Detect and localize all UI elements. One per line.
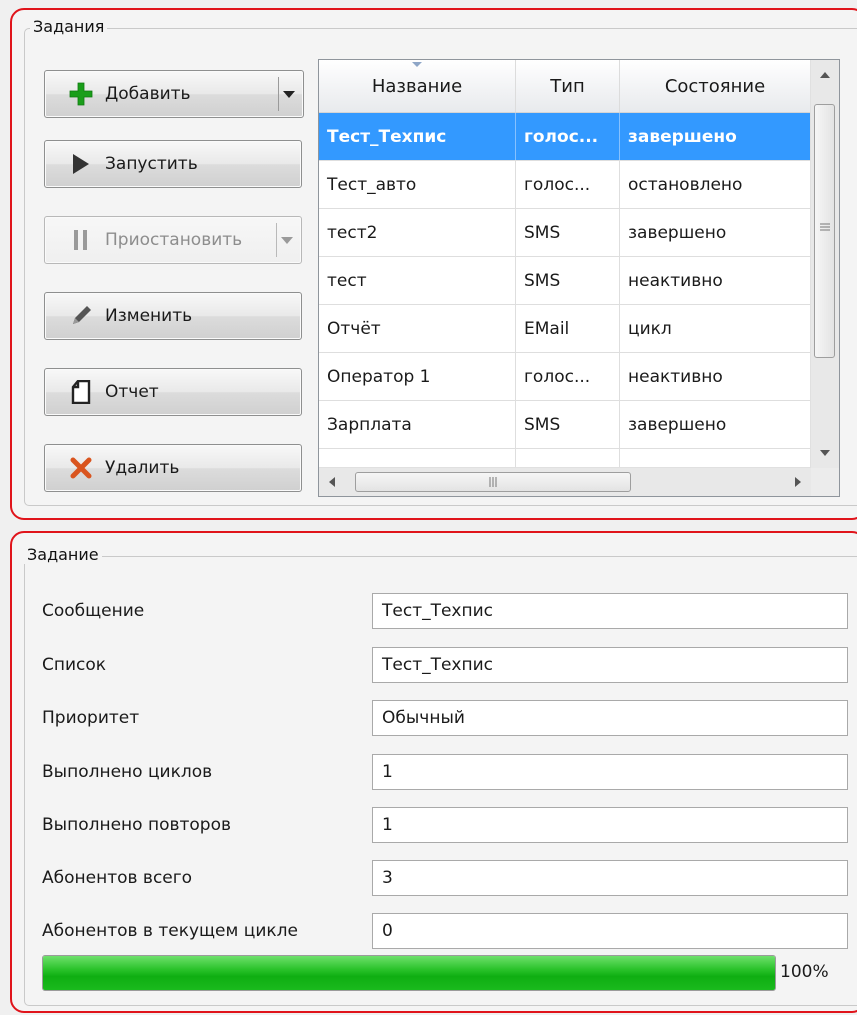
cell-type: голос... (516, 113, 620, 160)
add-button[interactable]: Добавить (44, 70, 304, 118)
plus-icon (61, 82, 101, 106)
edit-button[interactable]: Изменить (44, 292, 302, 340)
pause-icon (61, 230, 101, 250)
cell-status: цикл (620, 305, 811, 352)
grip-icon (489, 477, 497, 487)
repeats-done-field[interactable]: 1 (372, 807, 848, 843)
message-label: Сообщение (42, 601, 145, 621)
scroll-left-icon[interactable] (329, 477, 335, 487)
add-dropdown-arrow[interactable] (278, 77, 299, 111)
column-header-type[interactable]: Тип (516, 60, 620, 112)
scrollbar-corner (811, 468, 839, 496)
cell-name: Зарплата (319, 401, 516, 448)
subscribers-current-cycle-label: Абонентов в текущем цикле (42, 921, 298, 941)
progress-bar (42, 955, 776, 991)
tasks-table[interactable]: Название Тип Состояние Тест_Техпис голос… (318, 59, 840, 497)
run-button-label: Запустить (105, 154, 198, 174)
table-row[interactable]: Тест_Техпис голос... завершено (319, 113, 811, 161)
horizontal-scrollbar[interactable] (319, 467, 811, 496)
cycles-done-field[interactable]: 1 (372, 754, 848, 790)
message-field[interactable]: Тест_Техпис (372, 593, 848, 629)
cell-name: тест2 (319, 209, 516, 256)
progress-percent: 100% (780, 962, 829, 982)
column-header-name[interactable]: Название (319, 60, 516, 112)
pause-button[interactable]: Приостановить (44, 216, 302, 264)
report-button-label: Отчет (105, 382, 159, 402)
pencil-icon (61, 304, 101, 328)
table-row[interactable]: тест2 SMS завершено (319, 209, 811, 257)
cross-icon (61, 457, 101, 479)
add-button-label: Добавить (105, 84, 191, 104)
table-row[interactable]: Отчёт EMail цикл (319, 305, 811, 353)
table-header: Название Тип Состояние (319, 60, 811, 113)
delete-button-label: Удалить (105, 458, 180, 478)
cell-name: тест (319, 257, 516, 304)
pause-button-label: Приостановить (105, 230, 243, 250)
cell-type: SMS (516, 401, 620, 448)
table-row[interactable]: Тест_авто голос... остановлено (319, 161, 811, 209)
document-icon (61, 380, 101, 404)
scroll-right-icon[interactable] (795, 477, 801, 487)
vertical-scroll-thumb[interactable] (814, 104, 835, 358)
subscribers-current-cycle-field[interactable]: 0 (372, 913, 848, 949)
column-header-status[interactable]: Состояние (620, 60, 811, 112)
chevron-down-icon (281, 236, 293, 244)
chevron-down-icon (283, 90, 295, 98)
cell-status: завершено (620, 209, 811, 256)
priority-field[interactable]: Обычный (372, 700, 848, 736)
subscribers-total-label: Абонентов всего (42, 868, 193, 888)
grip-icon (820, 223, 830, 231)
table-row[interactable]: Оператор 1 голос... неактивно (319, 353, 811, 401)
sort-indicator-icon (412, 62, 422, 67)
list-field[interactable]: Тест_Техпис (372, 647, 848, 683)
cell-name: Отчёт (319, 305, 516, 352)
vertical-scrollbar[interactable] (810, 60, 839, 468)
table-row[interactable]: тест SMS неактивно (319, 257, 811, 305)
cell-status: остановлено (620, 161, 811, 208)
subscribers-total-field[interactable]: 3 (372, 860, 848, 896)
cell-name: Тест_Техпис (319, 113, 516, 160)
list-label: Список (42, 655, 107, 675)
table-row[interactable]: Зарплата SMS завершено (319, 401, 811, 449)
cell-type: SMS (516, 257, 620, 304)
task-group-title: Задание (24, 545, 102, 564)
delete-button[interactable]: Удалить (44, 444, 302, 492)
cell-status: неактивно (620, 257, 811, 304)
progress-fill (43, 956, 775, 990)
cell-status: завершено (620, 113, 811, 160)
tasks-group-title: Задания (30, 17, 108, 36)
cell-status: завершено (620, 401, 811, 448)
cell-type: SMS (516, 209, 620, 256)
cell-type: EMail (516, 305, 620, 352)
table-row-partial (319, 449, 811, 469)
scroll-up-icon[interactable] (820, 72, 830, 78)
cell-status: неактивно (620, 353, 811, 400)
cell-name: Оператор 1 (319, 353, 516, 400)
cell-type: голос... (516, 353, 620, 400)
horizontal-scroll-thumb[interactable] (355, 472, 631, 492)
priority-label: Приоритет (42, 708, 140, 728)
cell-name: Тест_авто (319, 161, 516, 208)
report-button[interactable]: Отчет (44, 368, 302, 416)
pause-dropdown-arrow[interactable] (276, 223, 297, 257)
cell-type: голос... (516, 161, 620, 208)
scroll-down-icon[interactable] (820, 450, 830, 456)
cycles-done-label: Выполнено циклов (42, 762, 213, 782)
play-icon (61, 153, 101, 175)
repeats-done-label: Выполнено повторов (42, 815, 232, 835)
run-button[interactable]: Запустить (44, 140, 302, 188)
edit-button-label: Изменить (105, 306, 193, 326)
